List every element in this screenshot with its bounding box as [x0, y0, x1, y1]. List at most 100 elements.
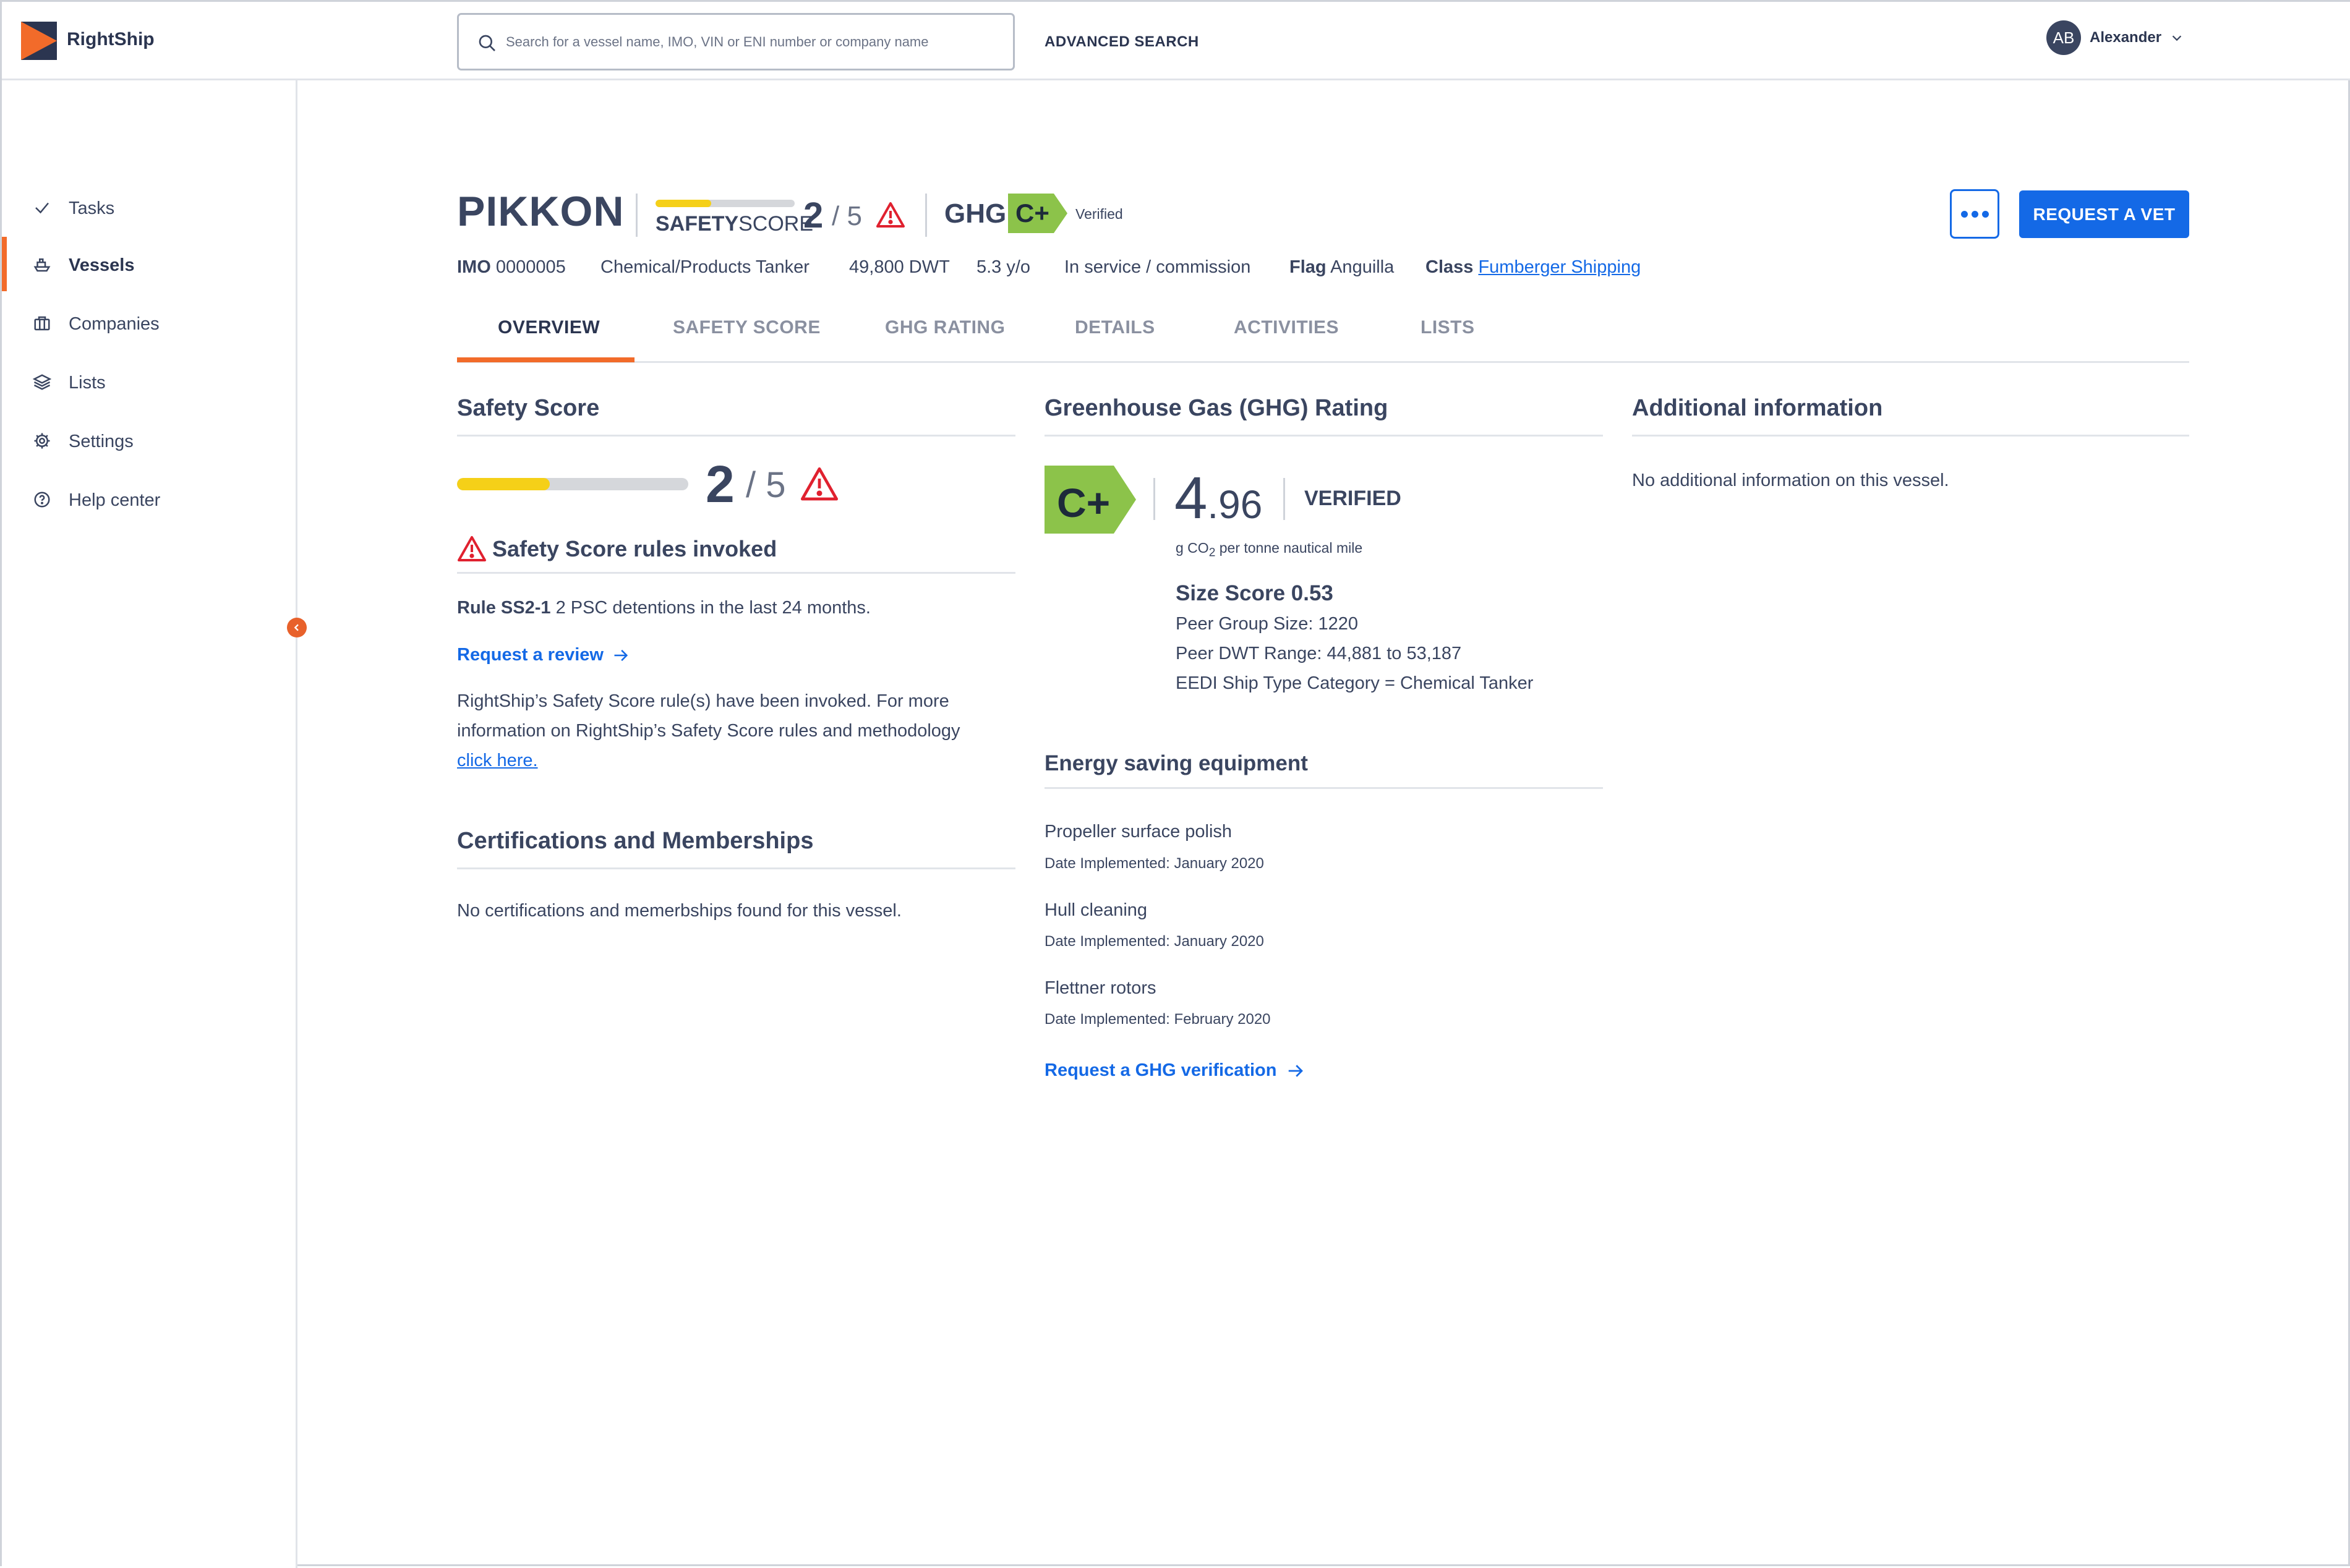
vessel-dwt: 49,800 DWT: [849, 257, 950, 277]
sidebar-item-settings[interactable]: Settings: [2, 413, 296, 467]
dot: [1960, 210, 1968, 218]
flag-value: Anguilla: [1330, 257, 1395, 277]
equipment-name: Flettner rotors: [1045, 978, 1156, 998]
ghg-rating-large: C+: [1057, 480, 1111, 526]
vessel-age: 5.3 y/o: [976, 257, 1031, 277]
equipment-date: Date Implemented: January 2020: [1045, 855, 1264, 872]
chevron-down-icon: [2172, 35, 2182, 41]
ghg-value: 4.96: [1174, 465, 1263, 531]
top-bar: RightShip ADVANCED SEARCH AB Alexander: [2, 2, 2350, 80]
class-label: Class: [1425, 257, 1474, 277]
chevron-left-icon: [294, 624, 299, 631]
peer-group-size: Peer Group Size: 1220: [1176, 614, 1359, 634]
safety-info-text: RightShip’s Safety Score rule(s) have be…: [457, 691, 960, 770]
tab-bar: OVERVIEW SAFETY SCORE GHG RATING DETAILS…: [457, 300, 2189, 363]
certifications-empty: No certifications and memerbships found …: [457, 901, 902, 921]
equipment-name: Propeller surface polish: [1045, 822, 1233, 842]
rule-text: 2 PSC detentions in the last 24 months.: [555, 598, 871, 618]
safety-score-bar-fill: [457, 478, 550, 490]
ghg-rating-badge-large: C+: [1045, 466, 1136, 534]
warning-icon: [458, 536, 486, 561]
check-icon: [35, 202, 49, 214]
safety-score-value: 2: [803, 195, 824, 236]
search-box[interactable]: [457, 13, 1015, 70]
divider: [1632, 435, 2189, 437]
ghg-label: GHG: [944, 198, 1007, 229]
sidebar: Tasks Vessels Companies Lists Settings H…: [2, 80, 297, 1568]
request-vet-button[interactable]: REQUEST A VET: [2019, 190, 2189, 238]
tab-overview[interactable]: OVERVIEW: [498, 317, 600, 338]
sidebar-item-label: Tasks: [69, 198, 115, 218]
tab-safety-score[interactable]: SAFETY SCORE: [673, 317, 821, 338]
tab-ghg-rating[interactable]: GHG RATING: [885, 317, 1005, 338]
equipment-name: Hull cleaning: [1045, 900, 1148, 920]
sidebar-item-companies[interactable]: Companies: [2, 296, 296, 350]
help-circle-icon: [34, 492, 50, 508]
request-ghg-verification-link[interactable]: Request a GHG verification: [1045, 1060, 1307, 1081]
energy-saving-title: Energy saving equipment: [1045, 751, 1308, 775]
active-tab-indicator: [457, 357, 634, 362]
arrow-right-icon: [614, 650, 628, 662]
eedi-category: EEDI Ship Type Category = Chemical Tanke…: [1176, 673, 1534, 693]
arrow-right-icon: [1288, 1065, 1303, 1078]
advanced-search-link[interactable]: ADVANCED SEARCH: [1045, 33, 1199, 51]
warning-icon: [800, 467, 839, 501]
rightship-logo-icon[interactable]: [21, 22, 57, 60]
brand-name[interactable]: RightShip: [67, 29, 155, 50]
ghg-title: Greenhouse Gas (GHG) Rating: [1045, 395, 1388, 421]
request-review-link[interactable]: Request a review: [457, 645, 631, 665]
equipment-date: Date Implemented: January 2020: [1045, 933, 1264, 950]
layers-icon: [33, 374, 51, 390]
sidebar-item-tasks[interactable]: Tasks: [2, 180, 296, 234]
ghg-status: Verified: [1075, 206, 1123, 222]
tab-lists[interactable]: LISTS: [1421, 317, 1475, 338]
user-menu[interactable]: AB Alexander: [2046, 20, 2184, 56]
sidebar-item-label: Companies: [69, 314, 160, 334]
additional-info-empty: No additional information on this vessel…: [1632, 471, 1949, 490]
tab-activities[interactable]: ACTIVITIES: [1234, 317, 1339, 338]
sidebar-item-vessels[interactable]: Vessels: [2, 237, 296, 291]
warning-icon: [876, 202, 905, 228]
vessel-type: Chemical/Products Tanker: [600, 257, 810, 277]
search-icon: [479, 35, 495, 51]
divider: [457, 572, 1015, 574]
divider: [1283, 478, 1285, 520]
search-input[interactable]: [506, 26, 1001, 58]
sidebar-item-label: Vessels: [69, 255, 135, 275]
safety-score-mini-bar: [656, 200, 795, 207]
vessel-name: PIKKON: [457, 188, 625, 235]
safety-score-bar: [457, 478, 688, 490]
rule-label: Rule SS2-1: [457, 598, 551, 618]
safety-score-mini-fill: [656, 200, 711, 207]
sidebar-item-help-center[interactable]: Help center: [2, 472, 296, 526]
avatar: AB: [2046, 20, 2081, 55]
safety-score-logo-text: SAFETYSCORE: [656, 212, 814, 236]
safety-score-big-max: / 5: [746, 465, 786, 505]
sidebar-item-label: Settings: [69, 432, 134, 451]
divider: [925, 194, 927, 237]
class-link[interactable]: Fumberger Shipping: [1478, 257, 1641, 277]
sidebar-item-lists[interactable]: Lists: [2, 354, 296, 409]
collapse-sidebar-button[interactable]: [287, 618, 307, 637]
tab-details[interactable]: DETAILS: [1075, 317, 1155, 338]
size-score: Size Score 0.53: [1176, 581, 1333, 605]
dot: [1971, 210, 1978, 218]
briefcase-icon: [34, 316, 50, 331]
ghg-rating-badge: C+: [1008, 194, 1067, 233]
ghg-unit: g CO2 per tonne nautical mile: [1176, 540, 1363, 560]
user-name: Alexander: [2090, 29, 2162, 46]
rules-invoked-title: Safety Score rules invoked: [492, 536, 777, 561]
safety-score-big-value: 2: [706, 455, 735, 513]
rule-description: Rule SS2-1 2 PSC detentions in the last …: [457, 593, 871, 623]
more-options-button[interactable]: [1950, 189, 1999, 239]
flag-label: Flag: [1289, 257, 1327, 277]
methodology-link[interactable]: click here.: [457, 751, 538, 770]
sidebar-item-label: Lists: [69, 373, 106, 393]
equipment-date: Date Implemented: February 2020: [1045, 1011, 1271, 1028]
ship-icon: [33, 258, 51, 272]
app-window: RightShip ADVANCED SEARCH AB Alexander T…: [0, 0, 2350, 1568]
divider: [1045, 435, 1603, 437]
safety-score-title: Safety Score: [457, 395, 600, 421]
imo-label: IMO: [457, 257, 491, 277]
divider: [1045, 787, 1603, 789]
